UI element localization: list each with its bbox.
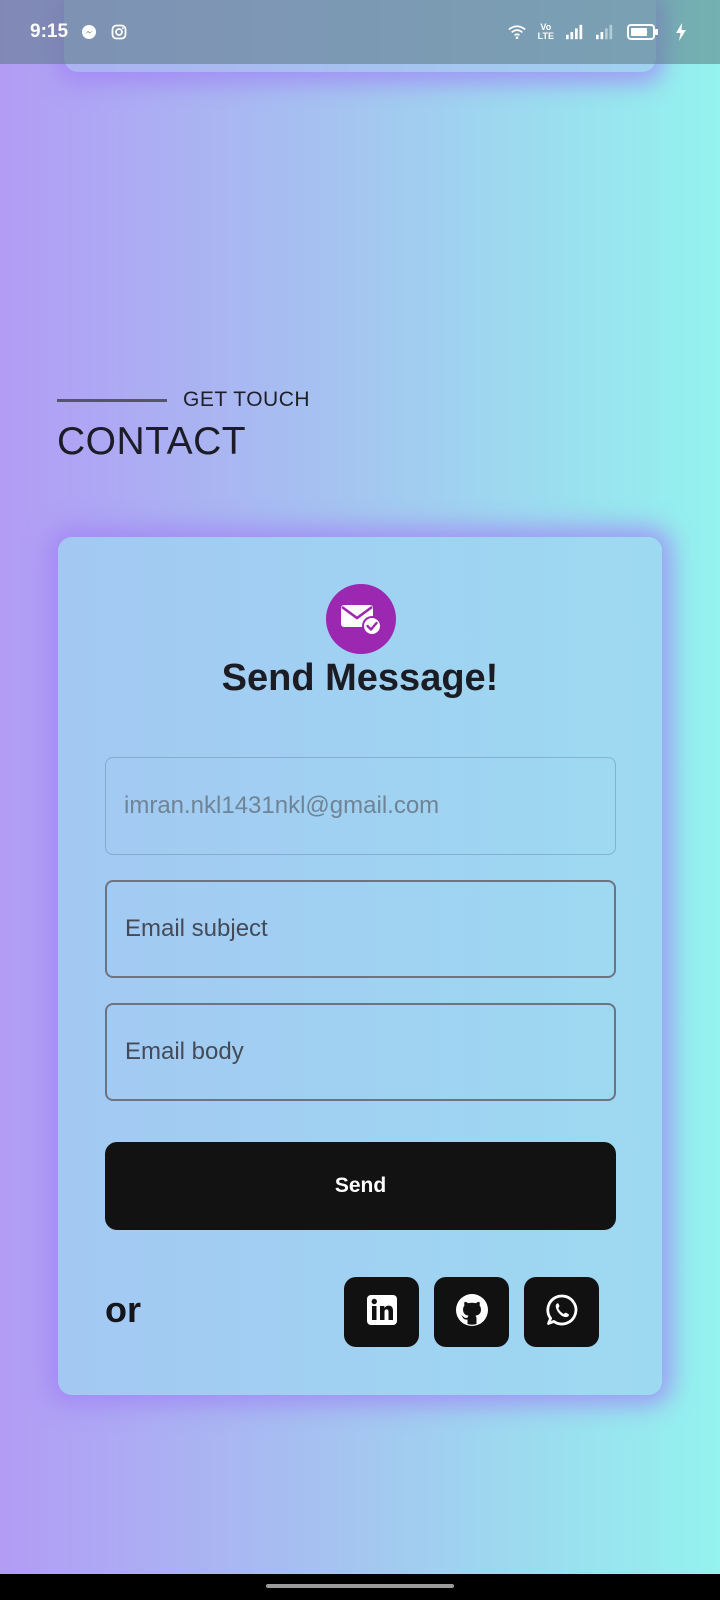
github-icon (455, 1293, 489, 1332)
github-button[interactable] (434, 1277, 509, 1347)
status-right: Vo LTE (507, 23, 690, 41)
section-subtitle: GET TOUCH (183, 388, 311, 411)
wifi-icon (507, 23, 526, 41)
charging-icon (672, 23, 690, 41)
status-left: 9:15 (30, 21, 128, 43)
contact-card: Send Message! Send or (58, 537, 662, 1395)
home-gesture-handle[interactable] (266, 1584, 454, 1588)
battery-icon (626, 23, 660, 41)
signal-1-icon (566, 23, 584, 41)
linkedin-icon (366, 1294, 398, 1331)
email-subject-input[interactable] (105, 880, 616, 978)
volte-icon: Vo LTE (538, 23, 554, 41)
card-title: Send Message! (221, 657, 499, 699)
or-label: or (105, 1289, 141, 1330)
email-field[interactable] (105, 757, 616, 855)
linkedin-button[interactable] (344, 1277, 419, 1347)
subtitle-divider-line (57, 398, 167, 402)
navigation-bar (0, 1574, 720, 1600)
volte-label-bottom: LTE (537, 31, 554, 41)
status-bar: 9:15 Vo LTE (0, 0, 720, 64)
section-title: CONTACT (57, 420, 247, 463)
section-subtitle-row: GET TOUCH (57, 388, 310, 412)
instagram-icon (110, 23, 128, 41)
mail-check-icon (326, 584, 396, 654)
whatsapp-button[interactable] (524, 1277, 599, 1347)
signal-2-icon (596, 23, 614, 41)
email-body-input[interactable] (105, 1003, 616, 1101)
send-button[interactable]: Send (105, 1142, 616, 1230)
whatsapp-icon (545, 1293, 579, 1332)
messenger-icon (80, 23, 98, 41)
status-time: 9:15 (30, 21, 69, 42)
